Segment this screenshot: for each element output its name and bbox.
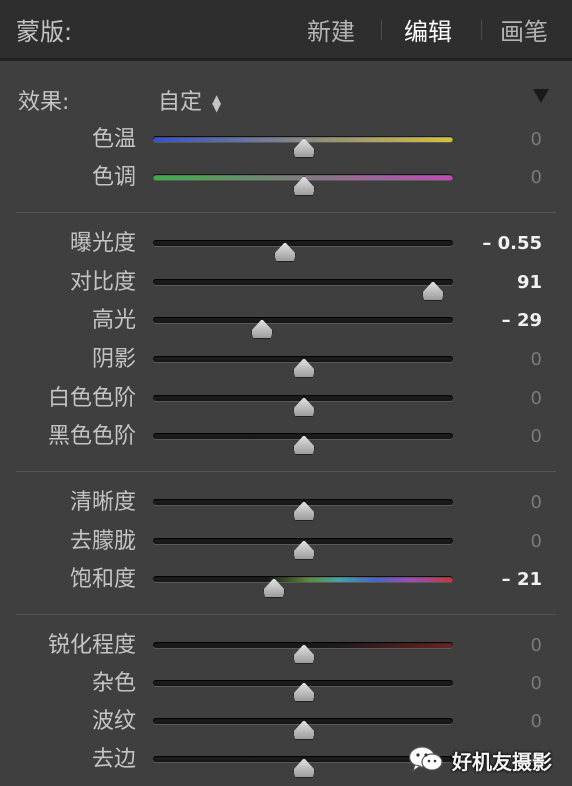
slider-thumb-moire[interactable] <box>293 720 315 740</box>
section-divider <box>16 212 556 213</box>
slider-label: 波纹 <box>91 709 136 734</box>
slider-label: 杂色 <box>91 671 136 696</box>
slider-value[interactable]: 0 <box>531 418 542 456</box>
slider-label: 色调 <box>91 165 136 190</box>
slider-thumb-noise[interactable] <box>293 682 315 702</box>
slider-label: 黑色色阶 <box>47 424 136 449</box>
slider-thumb-sharpness[interactable] <box>293 644 315 664</box>
slider-label: 饱和度 <box>69 567 136 592</box>
slider-value[interactable]: – 0.55 <box>482 225 542 263</box>
header-divider <box>0 58 572 61</box>
slider-value[interactable]: 0 <box>531 703 542 741</box>
slider-row-clarity: 清晰度 0 <box>0 484 572 522</box>
wechat-icon <box>408 746 443 773</box>
watermark-text: 好机友摄影 <box>452 750 552 774</box>
effect-label: 效果: <box>18 90 70 115</box>
triangle-down-icon[interactable] <box>533 89 549 103</box>
slider-thumb-temp[interactable] <box>293 138 315 158</box>
slider-label: 阴影 <box>91 347 136 372</box>
slider-thumb-shadows[interactable] <box>293 358 315 378</box>
slider-row-saturation: 饱和度 – 21 <box>0 561 572 599</box>
slider-track-tint[interactable] <box>153 174 453 196</box>
slider-track-moire[interactable] <box>153 718 453 740</box>
slider-thumb-defringe[interactable] <box>293 758 315 778</box>
slider-track-contrast[interactable] <box>153 279 453 301</box>
slider-label: 白色色阶 <box>47 386 136 411</box>
slider-row-highlights: 高光 – 29 <box>0 302 572 340</box>
slider-value[interactable]: 0 <box>531 341 542 379</box>
slider-track-noise[interactable] <box>153 680 453 702</box>
slider-value[interactable]: 0 <box>531 665 542 703</box>
slider-value[interactable]: 0 <box>531 484 542 522</box>
slider-row-whites: 白色色阶 0 <box>0 380 572 418</box>
slider-track-sharpness[interactable] <box>153 642 453 664</box>
slider-thumb-exposure[interactable] <box>274 242 296 262</box>
slider-value[interactable]: 0 <box>531 523 542 561</box>
slider-value[interactable]: – 21 <box>502 561 542 599</box>
slider-track-highlights[interactable] <box>153 317 453 339</box>
slider-label: 曝光度 <box>69 231 136 256</box>
slider-thumb-whites[interactable] <box>293 397 315 417</box>
section-divider <box>16 471 556 472</box>
slider-value[interactable]: – 29 <box>502 302 542 340</box>
slider-row-noise: 杂色 0 <box>0 665 572 703</box>
slider-thumb-contrast[interactable] <box>422 281 444 301</box>
slider-row-sharpness: 锐化程度 0 <box>0 627 572 665</box>
mode-edit-button[interactable]: 编辑 <box>404 12 452 47</box>
slider-thumb-tint[interactable] <box>293 176 315 196</box>
slider-row-moire: 波纹 0 <box>0 703 572 741</box>
slider-row-blacks: 黑色色阶 0 <box>0 418 572 456</box>
mask-title: 蒙版: <box>16 18 73 46</box>
panel-header: 蒙版: 新建 编辑 画笔 <box>0 0 572 58</box>
slider-value[interactable]: 0 <box>531 121 542 159</box>
slider-value[interactable]: 0 <box>531 159 542 197</box>
slider-thumb-blacks[interactable] <box>293 435 315 455</box>
mode-brush-button[interactable]: 画笔 <box>500 12 548 47</box>
slider-label: 高光 <box>91 308 136 333</box>
mode-new-button[interactable]: 新建 <box>307 12 355 47</box>
slider-track-whites[interactable] <box>153 395 453 417</box>
slider-label: 对比度 <box>69 270 136 295</box>
slider-row-temp: 色温 0 <box>0 121 572 159</box>
slider-label: 去朦胧 <box>69 529 136 554</box>
slider-row-contrast: 对比度 91 <box>0 264 572 302</box>
slider-track-blacks[interactable] <box>153 433 453 455</box>
slider-row-shadows: 阴影 0 <box>0 341 572 379</box>
slider-thumb-saturation[interactable] <box>263 578 285 598</box>
slider-track-temp[interactable] <box>153 136 453 158</box>
slider-track-saturation[interactable] <box>153 576 453 598</box>
slider-label: 锐化程度 <box>47 633 136 658</box>
slider-label: 清晰度 <box>69 490 136 515</box>
slider-thumb-highlights[interactable] <box>251 319 273 339</box>
slider-track-dehaze[interactable] <box>153 538 453 560</box>
slider-label: 色温 <box>91 127 136 152</box>
effect-value: 自定 <box>158 90 203 115</box>
slider-row-tint: 色调 0 <box>0 159 572 197</box>
slider-track-clarity[interactable] <box>153 499 453 521</box>
section-divider <box>16 614 556 615</box>
slider-thumb-clarity[interactable] <box>293 501 315 521</box>
slider-row-dehaze: 去朦胧 0 <box>0 523 572 561</box>
slider-track-exposure[interactable] <box>153 240 453 262</box>
slider-label: 去边 <box>91 747 136 772</box>
slider-thumb-dehaze[interactable] <box>293 540 315 560</box>
effect-select[interactable]: 自定 ▲ ▼ <box>158 84 221 116</box>
slider-track-shadows[interactable] <box>153 356 453 378</box>
slider-value[interactable]: 91 <box>517 264 542 302</box>
up-down-arrows-icon: ▲ ▼ <box>212 92 222 114</box>
slider-value[interactable]: 0 <box>531 380 542 418</box>
slider-row-exposure: 曝光度 – 0.55 <box>0 225 572 263</box>
watermark: 好机友摄影 <box>408 743 568 777</box>
mode-divider <box>481 20 482 40</box>
mode-divider <box>381 20 382 40</box>
slider-value[interactable]: 0 <box>531 627 542 665</box>
